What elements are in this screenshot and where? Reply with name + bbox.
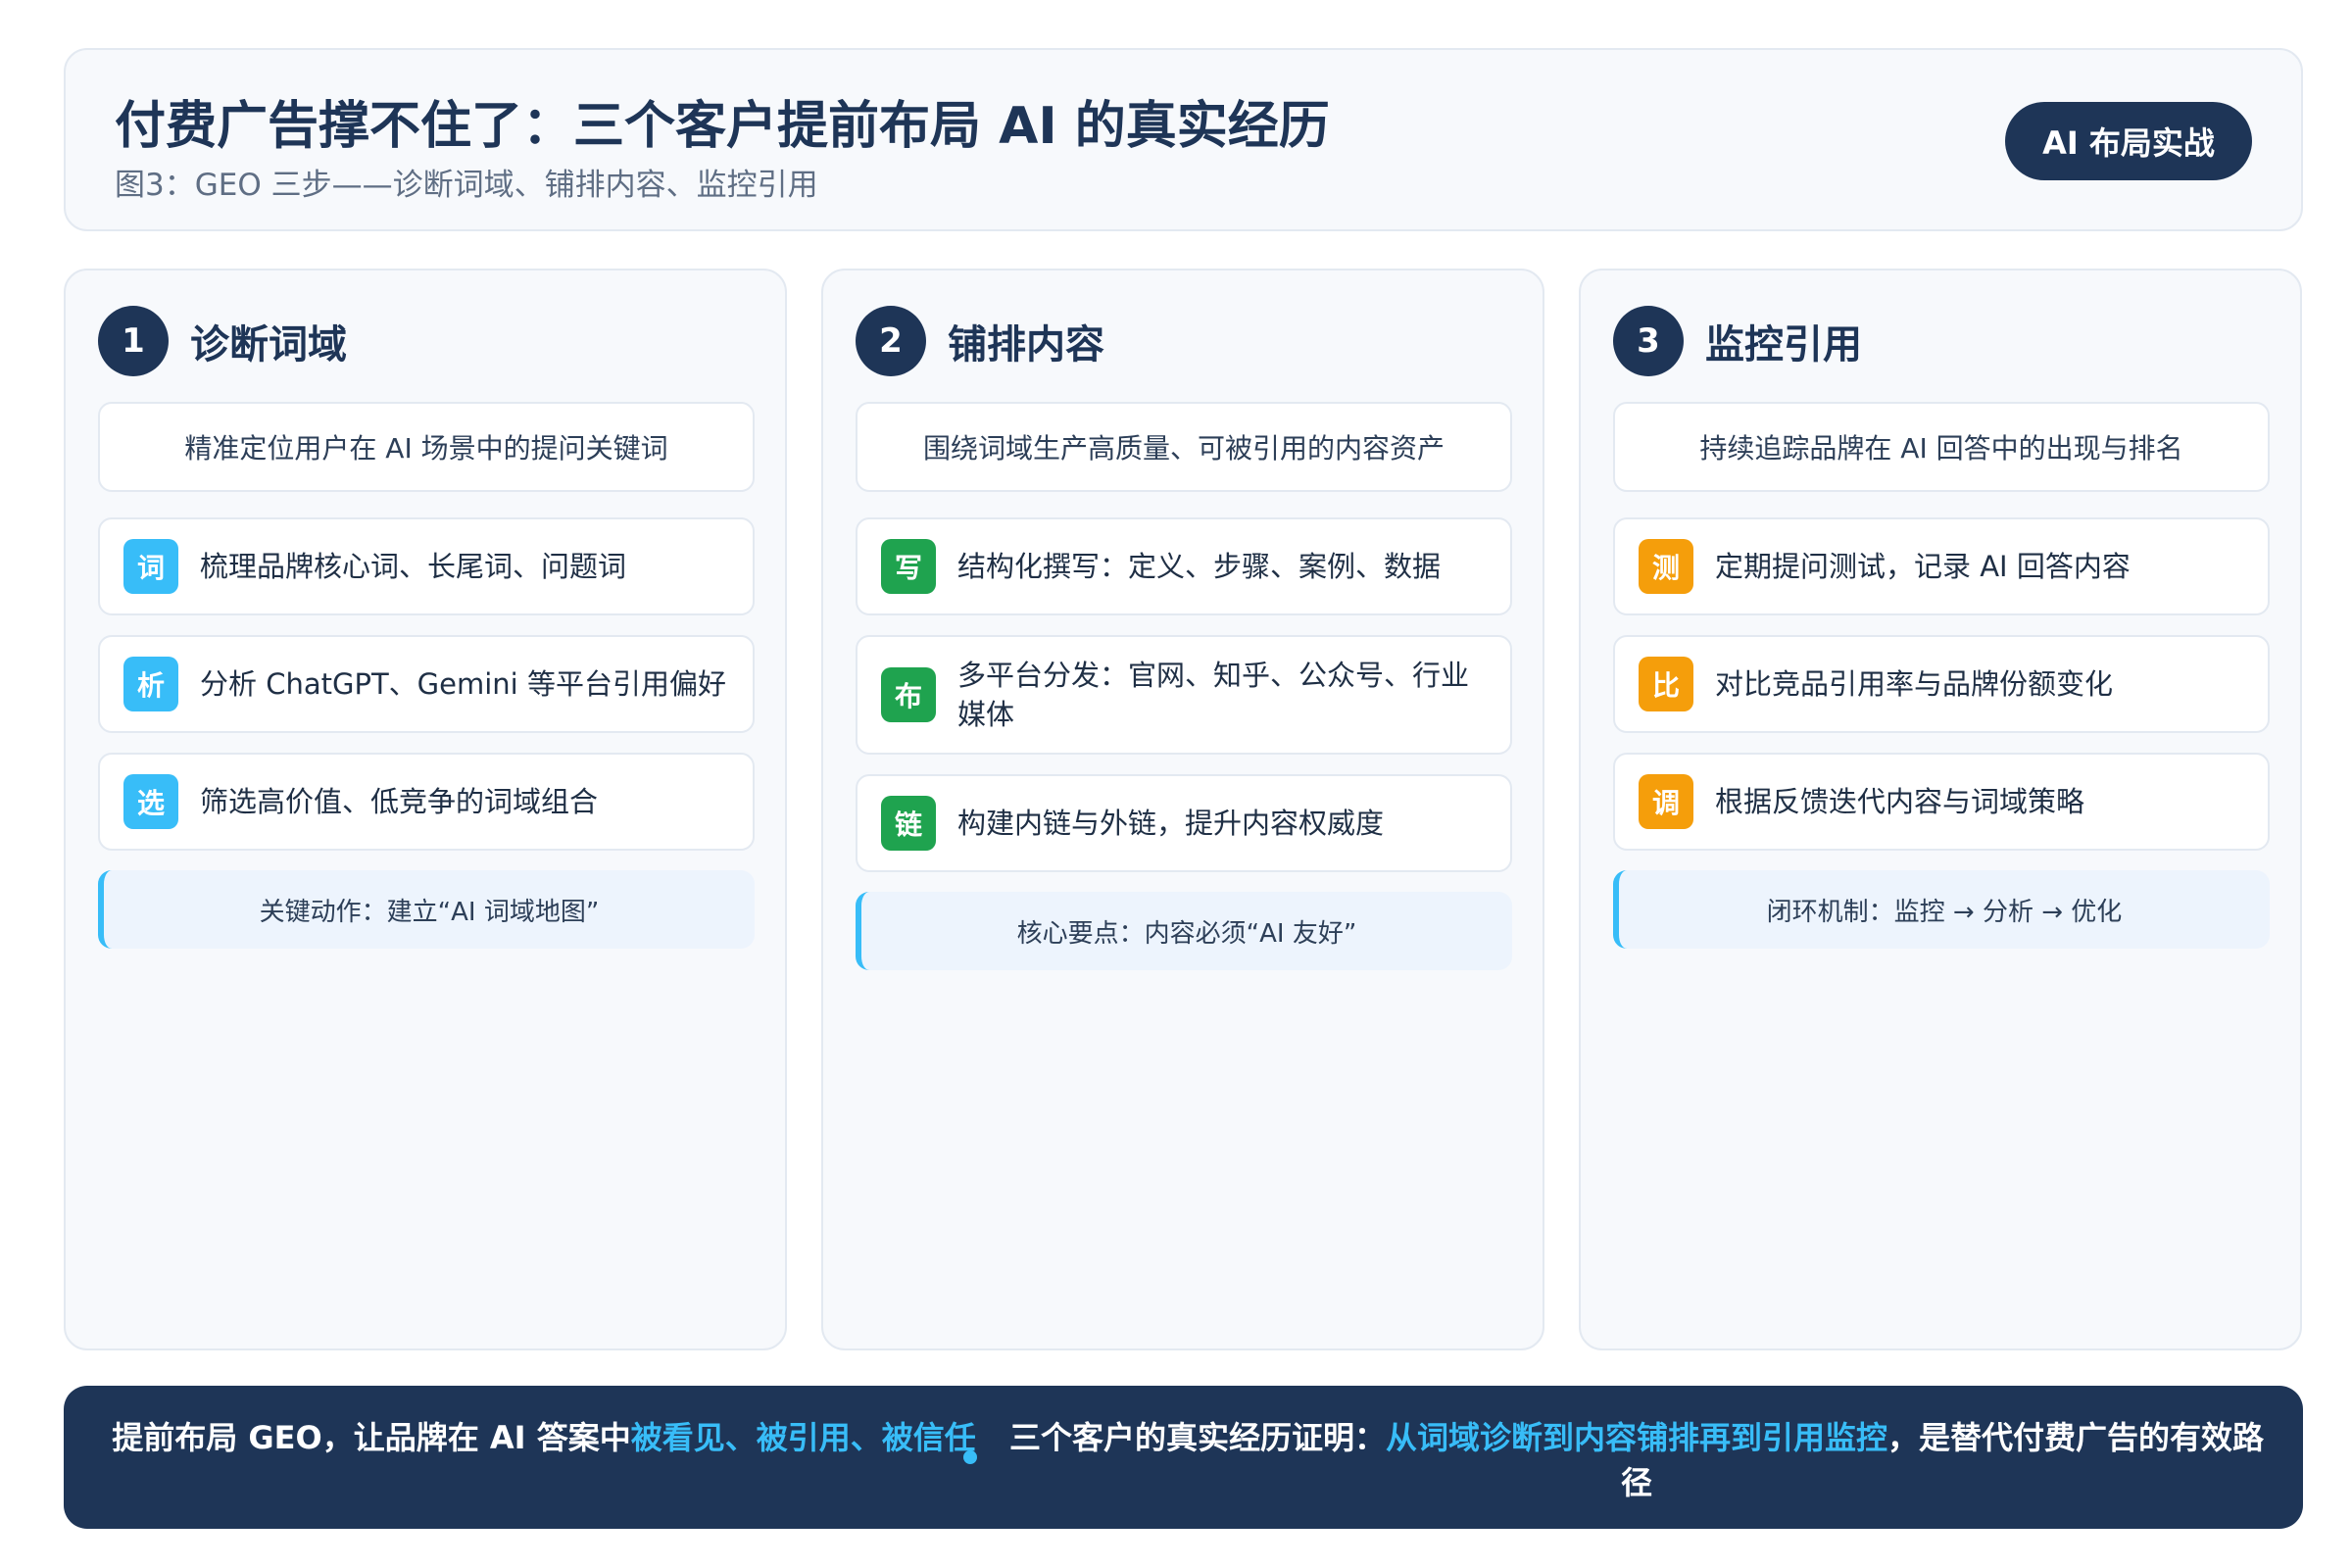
step-note: 关键动作：建立“AI 词域地图” [98, 870, 755, 949]
step-item: 链 构建内链与外链，提升内容权威度 [856, 774, 1512, 872]
step-item: 测 定期提问测试，记录 AI 回答内容 [1613, 517, 2270, 615]
item-text: 多平台分发：官网、知乎、公众号、行业媒体 [957, 659, 1470, 731]
step-title: 监控引用 [1705, 322, 1862, 368]
item-text: 对比竞品引用率与品牌份额变化 [1715, 667, 2114, 701]
step-header: 1 诊断词域 [98, 306, 347, 376]
summary-left: 提前布局 GEO，让品牌在 AI 答案中被看见、被引用、被信任 [103, 1415, 985, 1460]
step-header: 3 监控引用 [1613, 306, 1862, 376]
header-panel: 付费广告撑不住了：三个客户提前布局 AI 的真实经历 图3：GEO 三步——诊断… [64, 48, 2303, 231]
step-header: 2 铺排内容 [856, 306, 1104, 376]
step-item: 比 对比竞品引用率与品牌份额变化 [1613, 635, 2270, 733]
item-chip: 链 [881, 796, 936, 851]
summary-left-highlight: 被看见、被引用、被信任 [630, 1419, 976, 1456]
item-text: 构建内链与外链，提升内容权威度 [957, 807, 1385, 840]
step-item: 选 筛选高价值、低竞争的词域组合 [98, 753, 755, 851]
item-chip: 选 [123, 774, 178, 829]
item-text: 结构化撰写：定义、步骤、案例、数据 [957, 550, 1442, 583]
item-text: 分析 ChatGPT、Gemini 等平台引用偏好 [200, 667, 726, 701]
item-chip: 比 [1639, 657, 1693, 711]
step-number-badge: 2 [856, 306, 926, 376]
step-item: 词 梳理品牌核心词、长尾词、问题词 [98, 517, 755, 615]
step-item: 调 根据反馈迭代内容与词域策略 [1613, 753, 2270, 851]
step-title: 诊断词域 [190, 322, 347, 368]
item-text: 梳理品牌核心词、长尾词、问题词 [200, 550, 627, 583]
step-item: 布 多平台分发：官网、知乎、公众号、行业媒体 [856, 635, 1512, 755]
step-title: 铺排内容 [948, 322, 1104, 368]
summary-banner: 提前布局 GEO，让品牌在 AI 答案中被看见、被引用、被信任 三个客户的真实经… [64, 1386, 2303, 1529]
item-text: 根据反馈迭代内容与词域策略 [1715, 785, 2085, 818]
step-column-1: 1 诊断词域 精准定位用户在 AI 场景中的提问关键词 词 梳理品牌核心词、长尾… [64, 269, 787, 1350]
step-item: 写 结构化撰写：定义、步骤、案例、数据 [856, 517, 1512, 615]
summary-right: 三个客户的真实经历证明：从词域诊断到内容铺排再到引用监控，是替代付费广告的有效路… [1004, 1415, 2269, 1505]
step-description: 持续追踪品牌在 AI 回答中的出现与排名 [1613, 402, 2270, 492]
item-chip: 测 [1639, 539, 1693, 594]
summary-right-highlight: 从词域诊断到内容铺排再到引用监控 [1385, 1419, 1887, 1456]
step-number-badge: 1 [98, 306, 169, 376]
step-column-2: 2 铺排内容 围绕词域生产高质量、可被引用的内容资产 写 结构化撰写：定义、步骤… [821, 269, 1544, 1350]
category-badge: AI 布局实战 [2005, 102, 2252, 180]
summary-left-text: 提前布局 GEO，让品牌在 AI 答案中 [112, 1419, 631, 1456]
step-description: 精准定位用户在 AI 场景中的提问关键词 [98, 402, 755, 492]
page-subtitle: 图3：GEO 三步——诊断词域、铺排内容、监控引用 [115, 168, 818, 203]
step-description: 围绕词域生产高质量、可被引用的内容资产 [856, 402, 1512, 492]
item-chip: 析 [123, 657, 178, 711]
item-chip: 调 [1639, 774, 1693, 829]
summary-right-text: 三个客户的真实经历证明： [1008, 1419, 1386, 1456]
step-item: 析 分析 ChatGPT、Gemini 等平台引用偏好 [98, 635, 755, 733]
item-chip: 布 [881, 667, 936, 722]
item-text: 定期提问测试，记录 AI 回答内容 [1715, 550, 2131, 583]
item-chip: 词 [123, 539, 178, 594]
page-title: 付费广告撑不住了：三个客户提前布局 AI 的真实经历 [115, 97, 1330, 156]
separator-dot [963, 1450, 977, 1464]
step-column-3: 3 监控引用 持续追踪品牌在 AI 回答中的出现与排名 测 定期提问测试，记录 … [1579, 269, 2302, 1350]
item-chip: 写 [881, 539, 936, 594]
step-number-badge: 3 [1613, 306, 1684, 376]
step-note: 核心要点：内容必须“AI 友好” [856, 892, 1512, 970]
item-text: 筛选高价值、低竞争的词域组合 [200, 785, 599, 818]
step-note: 闭环机制：监控 → 分析 → 优化 [1613, 870, 2270, 949]
